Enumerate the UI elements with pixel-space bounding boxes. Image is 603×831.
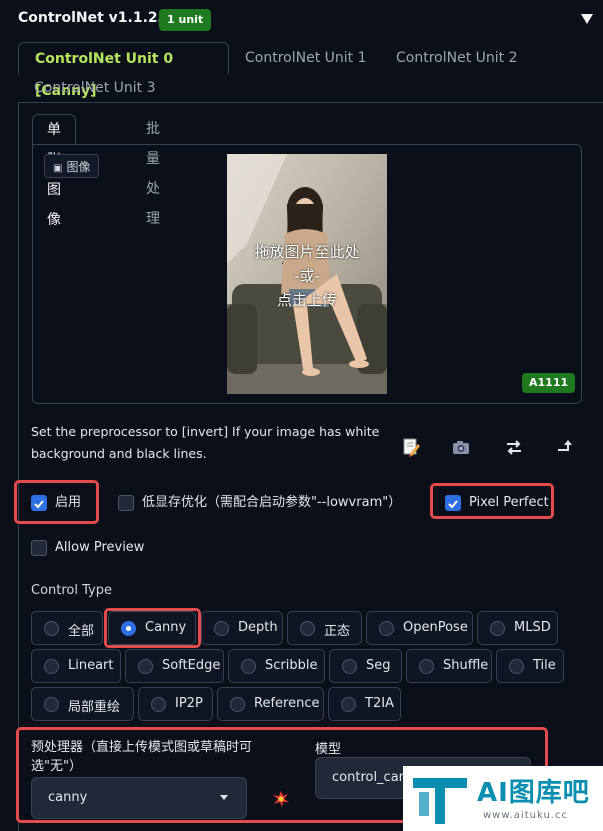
radio-softedge[interactable]: SoftEdge	[125, 649, 224, 683]
preprocessor-select[interactable]: canny	[31, 777, 247, 819]
radio-openpose[interactable]: OpenPose	[366, 611, 473, 645]
drop-hint: 拖放图片至此处 -或- 点击上传	[254, 243, 360, 309]
radio-lineart[interactable]: Lineart	[31, 649, 121, 683]
watermark-title: AI图库吧	[477, 778, 590, 808]
allow-preview-checkbox[interactable]	[31, 540, 47, 556]
explosion-icon[interactable]	[272, 790, 290, 808]
radio-scribble[interactable]: Scribble	[228, 649, 325, 683]
tab-unit-3[interactable]: ControlNet Unit 3	[18, 72, 172, 104]
check-icon	[34, 500, 44, 509]
radio-t2ia[interactable]: T2IA	[328, 687, 401, 721]
radio-all[interactable]: 全部	[31, 611, 103, 645]
enable-label: 启用	[55, 495, 82, 510]
pixel-perfect-label: Pixel Perfect	[469, 495, 549, 510]
edit-icon[interactable]	[400, 436, 422, 458]
image-label: ▣ 图像	[44, 154, 100, 178]
units-badge: 1 unit	[159, 9, 212, 31]
tab-batch[interactable]: 批量处理	[132, 114, 174, 227]
preprocessor-hint: Set the preprocessor to [invert] If your…	[31, 424, 380, 461]
send-dimensions-icon[interactable]	[554, 436, 576, 458]
allow-preview-label: Allow Preview	[55, 540, 145, 555]
lowvram-label: 低显存优化（需配合启动参数"--lowvram"）	[142, 495, 402, 510]
swap-icon[interactable]	[503, 436, 525, 458]
watermark-logo	[413, 778, 467, 824]
a1111-badge: A1111	[522, 373, 576, 393]
controlnet-header[interactable]: ControlNet v1.1.230 1 unit	[0, 0, 603, 40]
lowvram-checkbox[interactable]	[118, 495, 134, 511]
camera-icon[interactable]	[450, 436, 472, 458]
check-icon	[448, 500, 458, 509]
watermark: AI图库吧 www.aituku.cc	[403, 766, 603, 831]
panel-title: ControlNet v1.1.230	[18, 10, 178, 26]
canny-highlight	[104, 608, 201, 648]
radio-seg[interactable]: Seg	[329, 649, 402, 683]
tab-unit-2[interactable]: ControlNet Unit 2	[380, 42, 534, 74]
radio-reference[interactable]: Reference	[217, 687, 324, 721]
radio-ip2p[interactable]: IP2P	[138, 687, 213, 721]
tab-unit-0[interactable]: ControlNet Unit 0 [Canny]	[18, 42, 229, 99]
collapse-triangle-icon[interactable]	[579, 11, 595, 27]
unit-tabs: ControlNet Unit 0 [Canny] ControlNet Uni…	[18, 40, 598, 100]
enable-checkbox[interactable]	[31, 495, 47, 511]
pixel-perfect-checkbox[interactable]	[445, 495, 461, 511]
tab-unit-1[interactable]: ControlNet Unit 1	[229, 42, 383, 74]
image-icon: ▣	[53, 163, 63, 174]
radio-shuffle[interactable]: Shuffle	[406, 649, 492, 683]
watermark-url: www.aituku.cc	[483, 810, 568, 821]
radio-mlsd[interactable]: MLSD	[477, 611, 558, 645]
chevron-down-icon	[220, 795, 228, 800]
control-type-label: Control Type	[31, 583, 112, 598]
radio-inpaint[interactable]: 局部重绘	[31, 687, 134, 721]
radio-normal[interactable]: 正态	[287, 611, 362, 645]
radio-depth[interactable]: Depth	[201, 611, 283, 645]
model-label: 模型	[315, 742, 342, 757]
radio-tile[interactable]: Tile	[496, 649, 564, 683]
preprocessor-value: canny	[48, 790, 88, 805]
preprocessor-label: 预处理器（直接上传模式图或草稿时可选"无"）	[31, 740, 253, 774]
tab-single-image[interactable]: 单张图像	[32, 114, 76, 228]
